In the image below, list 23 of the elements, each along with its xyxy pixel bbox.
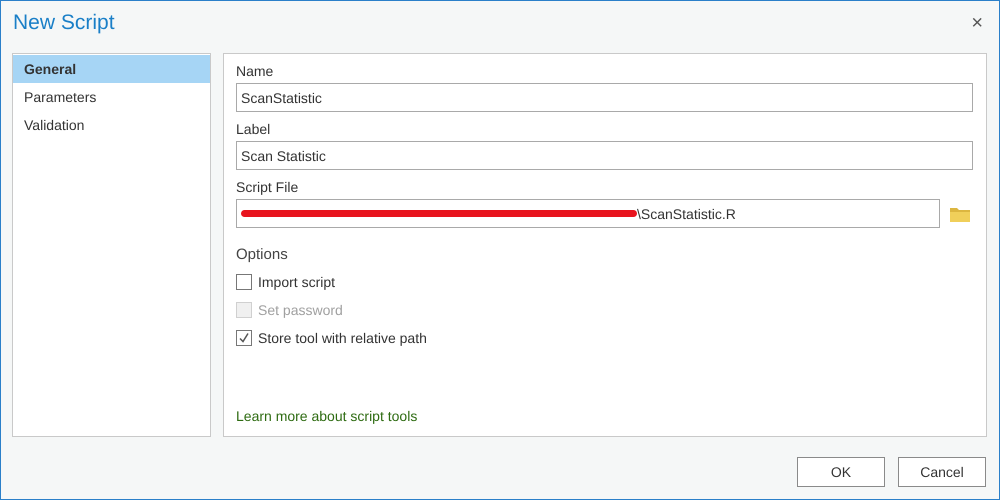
sidebar-item[interactable]: Validation — [13, 111, 210, 139]
input-field[interactable]: ScanStatistic — [236, 83, 973, 112]
input-field[interactable]: Scan Statistic — [236, 141, 973, 170]
ok-button[interactable]: OK — [797, 457, 885, 487]
field-label: Script File — [236, 178, 300, 197]
checkbox[interactable] — [236, 274, 252, 290]
field-value: ScanStatistic — [241, 90, 322, 106]
window-title: New Script — [13, 11, 115, 35]
field-label: Label — [236, 120, 272, 139]
sidebar-item[interactable]: Parameters — [13, 83, 210, 111]
help-link[interactable]: Learn more about script tools — [236, 408, 418, 424]
checkbox[interactable] — [236, 330, 252, 346]
checkbox-label: Store tool with relative path — [258, 330, 427, 346]
field-value: \ScanStatistic.R — [637, 206, 736, 222]
options-heading: Options — [236, 246, 289, 263]
checkbox-label: Import script — [258, 274, 336, 290]
close-button[interactable]: × — [967, 13, 987, 33]
field-label: Name — [236, 62, 274, 81]
checkbox-label: Set password — [258, 302, 343, 318]
field-value: Scan Statistic — [241, 148, 326, 164]
input-field[interactable]: \ScanStatistic.R — [236, 199, 940, 228]
cancel-button[interactable]: Cancel — [898, 457, 986, 487]
sidebar-item[interactable]: General — [13, 55, 210, 83]
